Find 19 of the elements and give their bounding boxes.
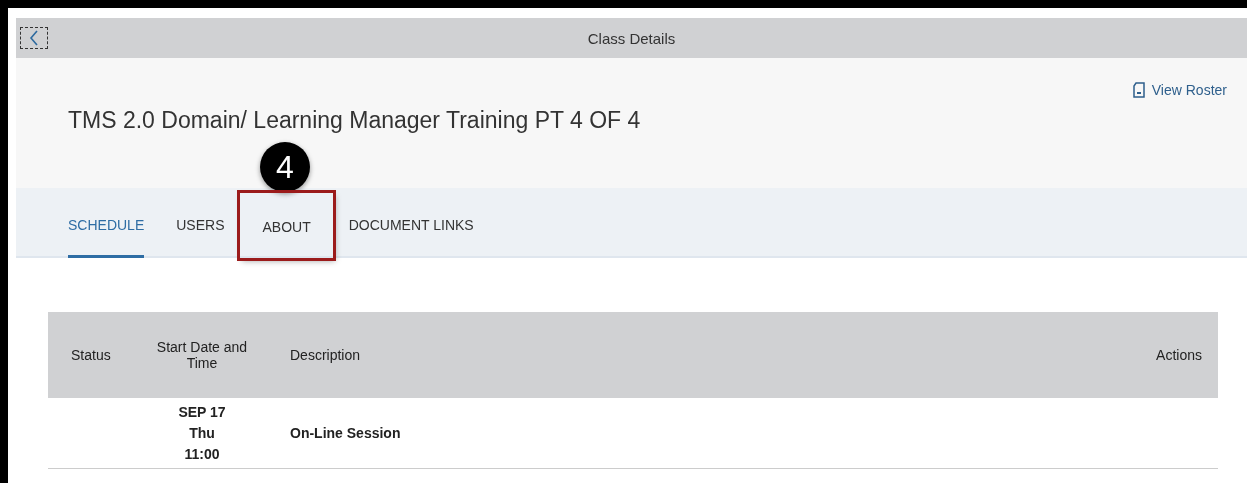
back-button[interactable] (20, 27, 48, 49)
document-icon (1131, 82, 1146, 98)
column-header: Start Date and Time (155, 339, 249, 371)
class-title: TMS 2.0 Domain/ Learning Manager Training PT 4 OF 4 (68, 106, 641, 134)
session-day: Thu (189, 425, 215, 441)
tab[interactable]: ABOUT (240, 193, 333, 258)
column-header: Description (289, 347, 362, 363)
table-cell-text: On-Line Session (289, 425, 402, 441)
session-time: 11:00 (184, 446, 220, 462)
session-date: SEP 17 (178, 404, 226, 420)
column-header: Status (70, 347, 112, 363)
tab[interactable]: USERS (160, 217, 241, 258)
tab[interactable]: DOCUMENT LINKS (332, 217, 490, 258)
window-title: Class Details (587, 29, 676, 47)
step-number-badge: 4 (260, 142, 310, 192)
back-icon (29, 30, 39, 46)
column-header: Actions (1155, 347, 1203, 363)
tab[interactable]: SCHEDULE (68, 217, 145, 258)
view-roster-link[interactable]: View Roster (1131, 82, 1227, 98)
